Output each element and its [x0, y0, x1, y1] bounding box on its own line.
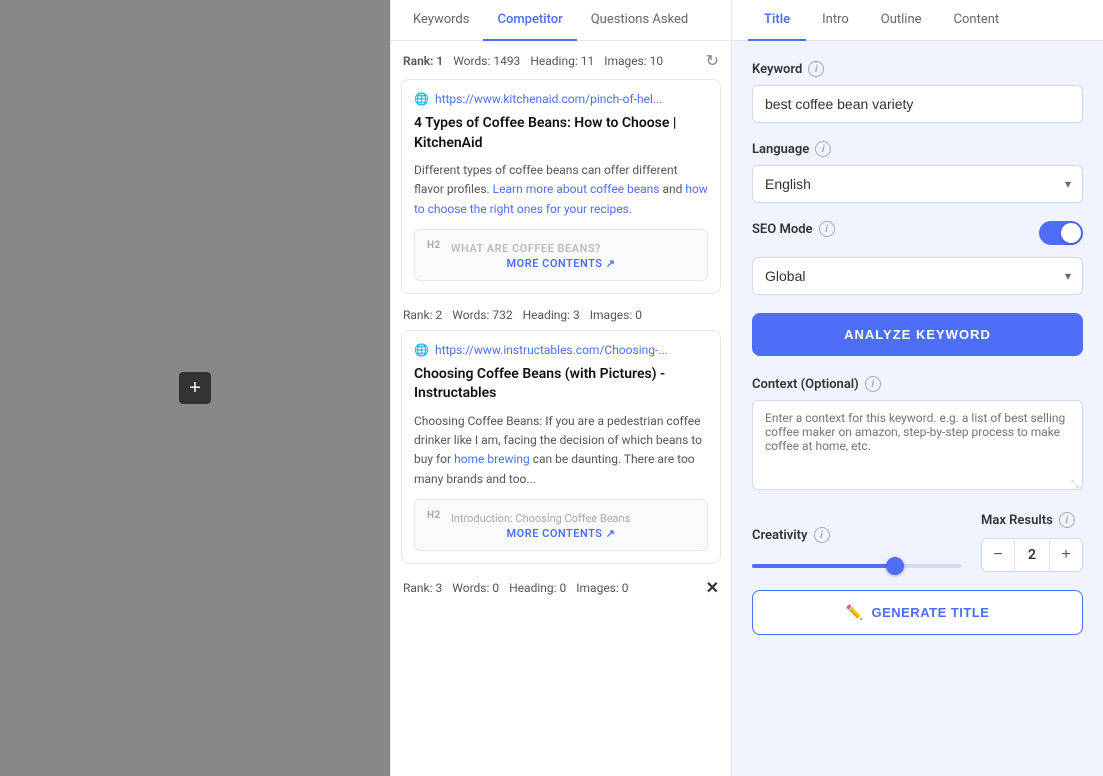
sliders-row: Creativity i Max Results i − 2 +: [752, 512, 1083, 572]
result-2-url[interactable]: 🌐 https://www.instructables.com/Choosing…: [414, 343, 708, 357]
left-panel: +: [0, 0, 390, 776]
tab-competitor[interactable]: Competitor: [483, 0, 576, 41]
keyword-group: Keyword i: [752, 61, 1083, 123]
result-card-1: 🌐 https://www.kitchenaid.com/pinch-of-he…: [401, 79, 721, 294]
seo-mode-toggle[interactable]: [1039, 221, 1083, 245]
tab-title[interactable]: Title: [748, 0, 806, 41]
result-1-h2-text: WHAT ARE COFFEE BEANS?: [451, 242, 601, 255]
context-label: Context (Optional) i: [752, 376, 1083, 392]
result-1-heading: Heading: 11: [530, 54, 594, 68]
result-2-words: Words: 732: [452, 308, 512, 322]
result-3-words: Words: 0: [452, 581, 499, 595]
generate-title-label: GENERATE TITLE: [871, 605, 989, 620]
toggle-knob: [1061, 223, 1081, 243]
middle-tabs: Keywords Competitor Questions Asked: [391, 0, 731, 41]
result-3-heading: Heading: 0: [509, 581, 566, 595]
creativity-label: Creativity i: [752, 527, 961, 543]
max-results-group: Max Results i − 2 +: [981, 512, 1083, 572]
result-1-images: Images: 10: [604, 54, 663, 68]
tab-content[interactable]: Content: [938, 0, 1016, 41]
result-1-link-1[interactable]: Learn more about coffee beans: [493, 182, 660, 196]
context-textarea[interactable]: [752, 400, 1083, 490]
keyword-info-icon[interactable]: i: [808, 61, 824, 77]
result-2-more-contents[interactable]: MORE CONTENTS ↗: [427, 527, 695, 540]
language-group: Language i English ▾: [752, 141, 1083, 203]
tab-outline[interactable]: Outline: [865, 0, 938, 41]
right-content: Keyword i Language i English ▾ SEO Mode …: [732, 41, 1103, 776]
result-1-h2-label: H2: [427, 240, 441, 251]
result-2-images: Images: 0: [590, 308, 642, 322]
stepper-value: 2: [1014, 539, 1050, 571]
max-results-stepper: − 2 +: [981, 538, 1083, 572]
add-button[interactable]: +: [179, 372, 211, 404]
result-3-rank: Rank: 3: [403, 581, 442, 595]
result-2-headings: H2 Introduction: Choosing Coffee Beans M…: [414, 499, 708, 551]
result-1-title: 4 Types of Coffee Beans: How to Choose |…: [414, 114, 708, 153]
global-select-wrapper: Global ▾: [752, 257, 1083, 295]
result-2-rank: Rank: 2: [403, 308, 442, 322]
right-tabs: Title Intro Outline Content: [732, 0, 1103, 41]
tab-intro[interactable]: Intro: [806, 0, 865, 41]
result-card-2: 🌐 https://www.instructables.com/Choosing…: [401, 330, 721, 564]
result-2-meta: Rank: 2 Words: 732 Heading: 3 Images: 0: [401, 308, 721, 322]
result-2-h2-label: H2: [427, 510, 441, 521]
result-1-rank: Rank: 1: [403, 54, 443, 68]
result-2-h2-text: Introduction: Choosing Coffee Beans: [451, 512, 630, 525]
close-result-button[interactable]: ✕: [706, 578, 719, 598]
creativity-info-icon[interactable]: i: [814, 527, 830, 543]
result-3-images: Images: 0: [576, 581, 628, 595]
result-1-words: Words: 1493: [453, 54, 520, 68]
result-2-link-1[interactable]: home brewing: [454, 452, 530, 466]
result-1-headings: H2 WHAT ARE COFFEE BEANS? MORE CONTENTS …: [414, 229, 708, 281]
seo-mode-row: SEO Mode i: [752, 221, 1083, 245]
globe-icon: 🌐: [414, 92, 429, 106]
right-panel: Title Intro Outline Content Keyword i La…: [732, 0, 1103, 776]
max-results-info-icon[interactable]: i: [1059, 512, 1075, 528]
language-select-wrapper: English ▾: [752, 165, 1083, 203]
seo-mode-label: SEO Mode i: [752, 221, 835, 237]
generate-title-button[interactable]: ✏️ GENERATE TITLE: [752, 590, 1083, 635]
language-info-icon[interactable]: i: [815, 141, 831, 157]
context-info-icon[interactable]: i: [865, 376, 881, 392]
context-group: Context (Optional) i ⤡: [752, 376, 1083, 494]
seo-mode-info-icon[interactable]: i: [819, 221, 835, 237]
result-2-heading: Heading: 3: [523, 308, 580, 322]
keyword-label: Keyword i: [752, 61, 1083, 77]
result-1-more-contents[interactable]: MORE CONTENTS ↗: [427, 257, 695, 270]
result-1-url-text: https://www.kitchenaid.com/pinch-of-hel.…: [435, 92, 662, 106]
stepper-increase-button[interactable]: +: [1050, 539, 1082, 571]
analyze-keyword-button[interactable]: ANALYZE KEYWORD: [752, 313, 1083, 356]
result-1-meta: Rank: 1 Words: 1493 Heading: 11 Images: …: [401, 51, 721, 71]
result-2-snippet: Choosing Coffee Beans: If you are a pede…: [414, 412, 708, 489]
language-select[interactable]: English: [752, 165, 1083, 203]
creativity-slider[interactable]: [752, 564, 961, 568]
result-1-url[interactable]: 🌐 https://www.kitchenaid.com/pinch-of-he…: [414, 92, 708, 106]
keyword-input[interactable]: [752, 85, 1083, 123]
globe-icon-2: 🌐: [414, 343, 429, 357]
result-2-url-text: https://www.instructables.com/Choosing-.…: [435, 343, 668, 357]
context-textarea-wrapper: ⤡: [752, 400, 1083, 494]
tab-keywords[interactable]: Keywords: [399, 0, 483, 41]
wand-icon: ✏️: [846, 604, 864, 621]
tab-questions[interactable]: Questions Asked: [577, 0, 703, 41]
result-3-meta: Rank: 3 Words: 0 Heading: 0 Images: 0 ✕: [401, 578, 721, 598]
result-2-title: Choosing Coffee Beans (with Pictures) - …: [414, 365, 708, 404]
global-select[interactable]: Global: [752, 257, 1083, 295]
global-group: Global ▾: [752, 257, 1083, 295]
result-1-snippet: Different types of coffee beans can offe…: [414, 161, 708, 219]
middle-content: Rank: 1 Words: 1493 Heading: 11 Images: …: [391, 41, 731, 776]
resize-icon: ⤡: [1071, 479, 1079, 490]
middle-panel: Keywords Competitor Questions Asked Rank…: [390, 0, 732, 776]
max-results-label: Max Results i: [981, 512, 1075, 528]
creativity-group: Creativity i: [752, 527, 961, 572]
language-label: Language i: [752, 141, 1083, 157]
refresh-button[interactable]: ↻: [706, 51, 719, 71]
stepper-decrease-button[interactable]: −: [982, 539, 1014, 571]
